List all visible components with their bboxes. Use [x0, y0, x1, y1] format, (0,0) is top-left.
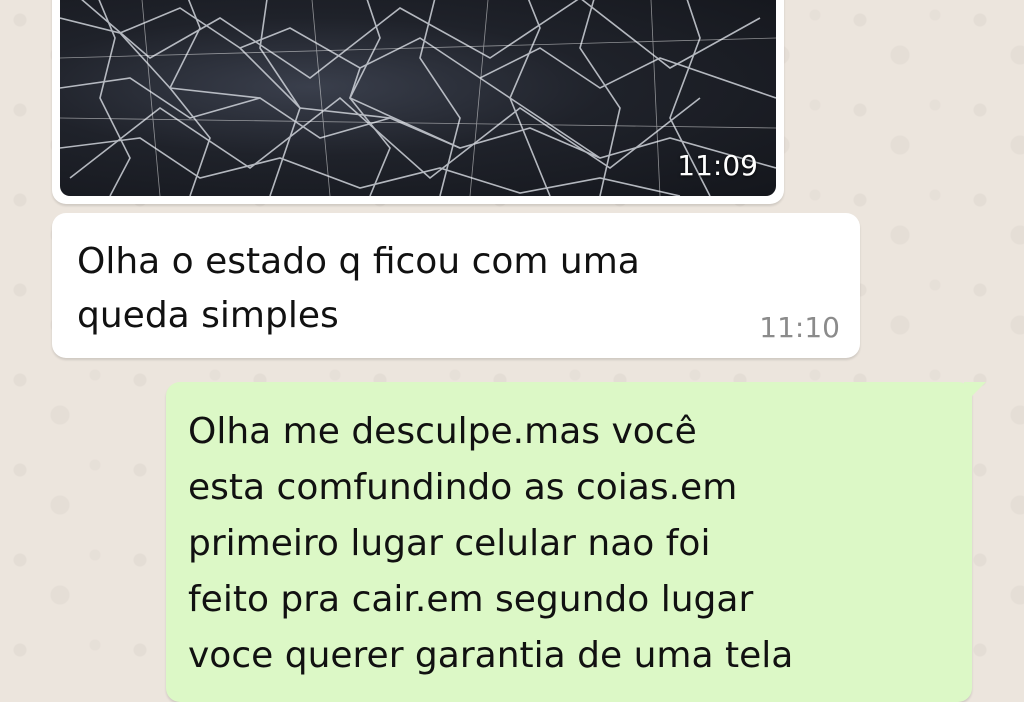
message-text: Olha o estado q ficou com uma queda simp… [77, 241, 640, 336]
outgoing-text-message[interactable]: Olha me desculpe.mas você esta comfundin… [166, 382, 986, 702]
message-time: 11:09 [677, 149, 758, 182]
crack-lines-icon [60, 0, 776, 196]
bubble-tail [964, 382, 986, 404]
message-text: Olha me desculpe.mas você esta comfundin… [188, 411, 794, 676]
incoming-image-message[interactable]: 11:09 [52, 0, 784, 204]
cracked-screen-photo[interactable]: 11:09 [60, 0, 776, 196]
message-time: 11:10 [759, 311, 840, 344]
incoming-text-message[interactable]: Olha o estado q ficou com uma queda simp… [52, 213, 860, 358]
